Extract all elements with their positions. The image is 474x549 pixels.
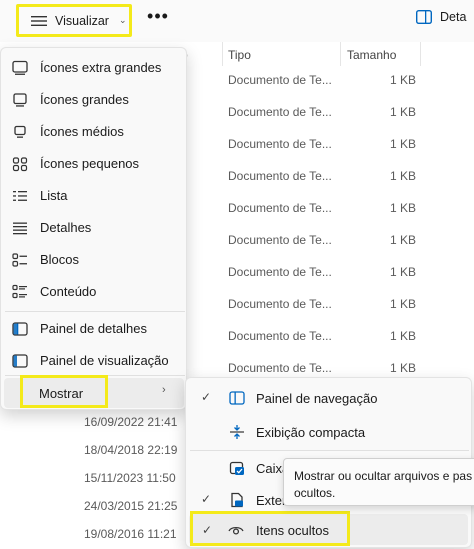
row-type: Documento de Te... — [228, 233, 332, 247]
view-button[interactable]: Visualizar ⌄ — [16, 4, 132, 37]
monitor-small-icon — [12, 124, 28, 140]
checkmark-icon: ✓ — [201, 390, 212, 404]
tooltip: Mostrar ou ocultar arquivos e pas oculto… — [283, 458, 474, 506]
submenu-item-label: Exibição compacta — [256, 425, 366, 440]
menu-item-large-icons[interactable]: Ícones grandes — [5, 85, 185, 115]
view-menu: Ícones extra grandes Ícones grandes Ícon… — [0, 47, 187, 410]
highlight-box-show — [20, 375, 108, 408]
row-size: 1 KB — [390, 233, 417, 247]
navigation-pane-icon — [229, 390, 245, 406]
row-type: Documento de Te... — [228, 169, 332, 183]
menu-item-label: Painel de detalhes — [40, 321, 147, 336]
menu-item-preview-pane[interactable]: Painel de visualização — [5, 346, 185, 376]
row-type: Documento de Te... — [228, 73, 332, 87]
submenu-item-label: Painel de navegação — [256, 391, 378, 406]
menu-item-list[interactable]: Lista — [5, 181, 185, 211]
monitor-large-icon — [12, 60, 28, 76]
menu-item-content[interactable]: Conteúdo — [5, 277, 185, 307]
menu-item-label: Blocos — [40, 252, 80, 267]
command-bar: Visualizar ⌄ ••• Deta — [0, 0, 474, 42]
row-type: Documento de Te... — [228, 137, 332, 151]
column-divider[interactable] — [420, 42, 421, 66]
chevron-right-icon: › — [162, 384, 166, 396]
row-type: Documento de Te... — [228, 297, 332, 311]
monitor-icon — [12, 92, 28, 108]
row-date: 19/08/2016 11:21 — [84, 527, 177, 541]
menu-item-label: Painel de visualização — [40, 353, 169, 368]
row-date: 24/03/2015 21:25 — [84, 499, 178, 513]
column-divider[interactable] — [340, 42, 341, 66]
submenu-item-compact-view[interactable]: Exibição compacta — [190, 416, 469, 448]
submenu-item-label: Exter — [256, 493, 287, 508]
row-size: 1 KB — [390, 105, 417, 119]
row-size: 1 KB — [390, 329, 417, 343]
row-size: 1 KB — [390, 137, 417, 151]
column-divider[interactable] — [222, 42, 223, 66]
menu-item-extra-large-icons[interactable]: Ícones extra grandes — [5, 53, 185, 83]
row-date: 16/09/2022 21:41 — [84, 415, 178, 429]
small-icons-grid-icon — [12, 156, 28, 172]
menu-item-label: Ícones grandes — [40, 92, 129, 107]
menu-item-small-icons[interactable]: Ícones pequenos — [5, 149, 185, 179]
menu-divider — [5, 311, 185, 312]
row-type: Documento de Te... — [228, 265, 332, 279]
row-type: Documento de Te... — [228, 329, 332, 343]
content-icon — [12, 284, 28, 300]
checkmark-icon: ✓ — [201, 492, 212, 506]
tiles-icon — [12, 252, 28, 268]
row-type: Documento de Te... — [228, 105, 332, 119]
menu-item-tiles[interactable]: Blocos — [5, 245, 185, 275]
menu-item-medium-icons[interactable]: Ícones médios — [5, 117, 185, 147]
highlight-box-hidden-items — [190, 511, 350, 546]
details-pane-icon — [12, 321, 28, 337]
row-size: 1 KB — [390, 361, 417, 375]
row-size: 1 KB — [390, 297, 417, 311]
submenu-item-navigation-pane[interactable]: ✓ Painel de navegação — [190, 382, 469, 414]
preview-pane-icon — [12, 353, 28, 369]
row-date: 15/11/2023 11:50 — [84, 471, 176, 485]
details-button[interactable]: Deta — [416, 10, 466, 24]
details-button-label: Deta — [440, 10, 467, 24]
list-icon — [12, 188, 28, 204]
menu-item-label: Lista — [40, 188, 68, 203]
more-options-button[interactable]: ••• — [145, 7, 171, 31]
menu-item-label: Ícones médios — [40, 124, 124, 139]
compact-view-icon — [229, 424, 245, 440]
menu-item-label: Detalhes — [40, 220, 92, 235]
menu-item-label: Ícones pequenos — [40, 156, 140, 171]
row-date: 18/04/2018 22:19 — [84, 443, 178, 457]
view-button-label: Visualizar — [55, 13, 109, 28]
tooltip-line: Mostrar ou ocultar arquivos e pas — [294, 469, 473, 483]
row-type: Documento de Te... — [228, 361, 332, 375]
details-icon — [12, 220, 28, 236]
view-lines-icon — [31, 15, 47, 27]
item-checkbox-icon — [229, 460, 245, 476]
chevron-down-icon: ⌄ — [118, 15, 127, 25]
tooltip-line: ocultos. — [294, 486, 336, 500]
menu-item-details-pane[interactable]: Painel de detalhes — [5, 314, 185, 344]
row-type: Documento de Te... — [228, 201, 332, 215]
row-size: 1 KB — [390, 201, 417, 215]
details-pane-icon — [416, 10, 432, 24]
menu-item-label: Ícones extra grandes — [40, 60, 162, 75]
menu-divider — [190, 450, 469, 451]
file-extension-icon — [229, 492, 245, 508]
menu-item-details[interactable]: Detalhes — [5, 213, 185, 243]
menu-item-label: Conteúdo — [40, 284, 97, 299]
row-size: 1 KB — [390, 265, 417, 279]
row-size: 1 KB — [390, 73, 417, 87]
row-size: 1 KB — [390, 169, 417, 183]
